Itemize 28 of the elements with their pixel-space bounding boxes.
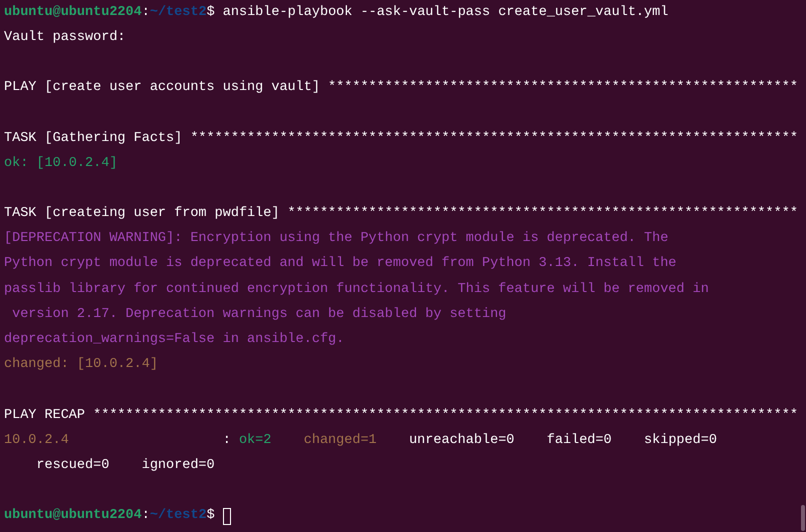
warning-text: Python crypt module is deprecated and will be removed from Python 3.13. Install the	[4, 255, 676, 274]
output-text: PLAY RECAP ***************************************************************************************	[4, 406, 798, 425]
warning-text: deprecation_warnings=False in ansible.cfg.	[4, 331, 344, 350]
output-text: rescued=0 ignored=0	[35, 456, 215, 475]
text-cursor	[222, 508, 231, 525]
output-text: :	[142, 4, 150, 22]
changed-status: 10.0.2.4	[4, 432, 69, 450]
prompt-path: ~/test2	[150, 507, 207, 526]
scrollbar-thumb[interactable]	[801, 505, 805, 531]
output-text: $ ansible-playbook --ask-vault-pass create_user_vault.yml	[206, 4, 668, 22]
warning-text: passlib library for continued encryption functionality. This feature will be removed in	[4, 280, 709, 299]
warning-text: version 2.17. Deprecation warnings can be disabled by setting	[11, 306, 506, 324]
output-text: unreachable=0 failed=0 skipped=0	[408, 432, 717, 450]
ok-status: ok=2	[238, 432, 272, 450]
ok-status: ok: [10.0.2.4]	[4, 154, 118, 173]
changed-status: changed=1	[304, 432, 377, 450]
output-text: Vault password:	[4, 28, 126, 47]
output-text: :	[222, 432, 232, 450]
prompt-user: ubuntu@ubuntu2204	[4, 4, 142, 22]
output-text: TASK [createing user from pwdfile] ***************************************************************	[4, 205, 798, 224]
output-text: TASK [Gathering Facts] ***************************************************************************	[4, 130, 798, 148]
prompt-path: ~/test2	[150, 4, 207, 22]
output-text: :	[142, 507, 150, 526]
warning-text: [DEPRECATION WARNING]: Encryption using the Python crypt module is deprecated. The	[4, 230, 668, 248]
output-text: PLAY [create user accounts using vault] **********************************************************	[4, 79, 798, 98]
prompt-user: ubuntu@ubuntu2204	[4, 507, 142, 526]
output-text: $	[206, 507, 216, 526]
changed-status: changed: [10.0.2.4]	[4, 356, 158, 374]
